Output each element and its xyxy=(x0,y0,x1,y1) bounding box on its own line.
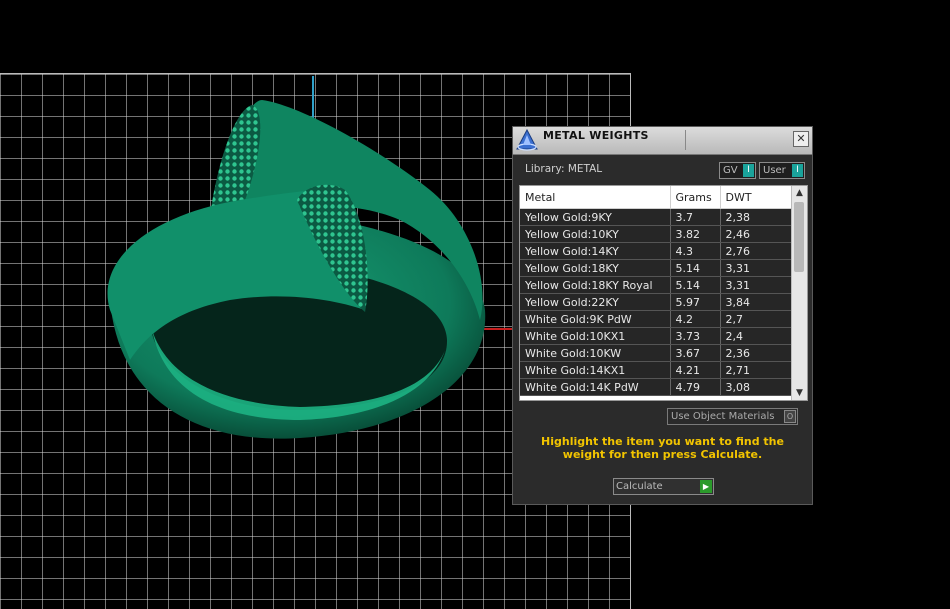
library-label: Library: METAL xyxy=(525,163,603,175)
table-row[interactable]: Yellow Gold:22KY 5.97 3,84 xyxy=(520,293,792,311)
panel-title: METAL WEIGHTS xyxy=(543,129,649,142)
calculate-button[interactable]: Calculate ▶ xyxy=(613,478,714,495)
grams-cell: 3.82 xyxy=(670,225,721,243)
grams-cell: 5.97 xyxy=(670,293,721,311)
grams-cell: 4.2 xyxy=(670,310,721,328)
grams-cell: 4.21 xyxy=(670,361,721,379)
metal-weights-panel: METAL WEIGHTS ✕ Library: METAL GV I User… xyxy=(512,126,813,505)
user-toggle-label: User xyxy=(763,165,786,176)
dwt-cell: 3,84 xyxy=(720,293,792,311)
dwt-cell: 2,76 xyxy=(720,242,792,260)
dwt-cell: 2,71 xyxy=(720,361,792,379)
title-separator xyxy=(685,130,686,150)
table-row[interactable]: White Gold:14K PdW 4.79 3,08 xyxy=(520,378,792,396)
table-row[interactable]: Yellow Gold:18KY Royal 5.14 3,31 xyxy=(520,276,792,294)
dwt-cell: 3,31 xyxy=(720,259,792,277)
table-row[interactable]: Yellow Gold:18KY 5.14 3,31 xyxy=(520,259,792,277)
grams-cell: 4.79 xyxy=(670,378,721,396)
calculate-label: Calculate xyxy=(616,481,663,492)
table-scrollbar[interactable]: ▲ ▼ xyxy=(791,186,807,400)
metal-cell: Yellow Gold:22KY xyxy=(520,293,671,311)
grams-cell: 3.67 xyxy=(670,344,721,362)
grams-cell: 3.7 xyxy=(670,208,721,226)
dwt-cell: 2,46 xyxy=(720,225,792,243)
close-button[interactable]: ✕ xyxy=(793,131,809,147)
dwt-cell: 2,7 xyxy=(720,310,792,328)
dwt-cell: 3,31 xyxy=(720,276,792,294)
grams-cell: 4.3 xyxy=(670,242,721,260)
play-arrow-icon: ▶ xyxy=(700,480,712,493)
scroll-down-icon[interactable]: ▼ xyxy=(792,386,807,400)
metal-cell: White Gold:10KX1 xyxy=(520,327,671,345)
metal-cell: Yellow Gold:14KY xyxy=(520,242,671,260)
table-header-row: Metal Grams DWT xyxy=(520,186,792,209)
use-object-materials-toggle[interactable]: Use Object Materials O xyxy=(667,408,798,425)
metal-table: Metal Grams DWT Yellow Gold:9KY 3.7 2,38… xyxy=(520,186,792,396)
grams-cell: 5.14 xyxy=(670,259,721,277)
scroll-up-icon[interactable]: ▲ xyxy=(792,186,807,200)
column-header-metal[interactable]: Metal xyxy=(520,186,671,209)
toggle-off-icon: O xyxy=(784,410,796,423)
toggle-knob-icon: I xyxy=(792,164,803,177)
grams-cell: 5.14 xyxy=(670,276,721,294)
table-row[interactable]: Yellow Gold:9KY 3.7 2,38 xyxy=(520,208,792,226)
gv-toggle-label: GV xyxy=(723,165,738,176)
scroll-thumb[interactable] xyxy=(794,202,804,272)
use-object-materials-label: Use Object Materials xyxy=(671,411,775,422)
table-row[interactable]: White Gold:10KW 3.67 2,36 xyxy=(520,344,792,362)
grams-cell: 3.73 xyxy=(670,327,721,345)
metal-cell: White Gold:10KW xyxy=(520,344,671,362)
dwt-cell: 2,38 xyxy=(720,208,792,226)
metal-cell: White Gold:9K PdW xyxy=(520,310,671,328)
metal-cell: White Gold:14KX1 xyxy=(520,361,671,379)
instruction-text: Highlight the item you want to find the … xyxy=(541,435,784,461)
metal-table-container[interactable]: Metal Grams DWT Yellow Gold:9KY 3.7 2,38… xyxy=(519,185,808,401)
gv-toggle[interactable]: GV I xyxy=(719,162,756,179)
dwt-cell: 2,36 xyxy=(720,344,792,362)
table-row[interactable]: White Gold:9K PdW 4.2 2,7 xyxy=(520,310,792,328)
metal-cell: Yellow Gold:10KY xyxy=(520,225,671,243)
close-icon: ✕ xyxy=(796,132,806,145)
dwt-cell: 2,4 xyxy=(720,327,792,345)
dwt-cell: 3,08 xyxy=(720,378,792,396)
user-toggle[interactable]: User I xyxy=(759,162,805,179)
column-header-dwt[interactable]: DWT xyxy=(720,186,792,209)
column-header-grams[interactable]: Grams xyxy=(670,186,721,209)
toggle-knob-icon: I xyxy=(743,164,754,177)
metal-cell: White Gold:14K PdW xyxy=(520,378,671,396)
table-row[interactable]: White Gold:14KX1 4.21 2,71 xyxy=(520,361,792,379)
metal-cell: Yellow Gold:18KY Royal xyxy=(520,276,671,294)
app-logo-icon xyxy=(516,128,538,151)
table-row[interactable]: Yellow Gold:14KY 4.3 2,76 xyxy=(520,242,792,260)
table-row[interactable]: White Gold:10KX1 3.73 2,4 xyxy=(520,327,792,345)
panel-titlebar[interactable]: METAL WEIGHTS ✕ xyxy=(513,127,812,155)
metal-cell: Yellow Gold:9KY xyxy=(520,208,671,226)
table-row[interactable]: Yellow Gold:10KY 3.82 2,46 xyxy=(520,225,792,243)
metal-cell: Yellow Gold:18KY xyxy=(520,259,671,277)
